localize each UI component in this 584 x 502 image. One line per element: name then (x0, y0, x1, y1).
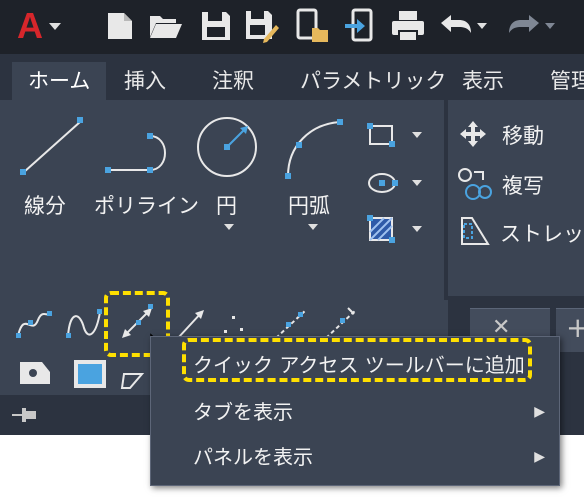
open-folder-icon (150, 16, 182, 38)
circle-icon (197, 117, 257, 177)
save-as-icon (246, 11, 279, 43)
open-button[interactable] (146, 6, 186, 46)
tab-home[interactable]: ホーム (12, 62, 107, 100)
ribbon-tab-bar: ホーム 挿入 注釈 パラメトリック 表示 管理 (0, 54, 584, 100)
new-tab-button[interactable]: + (556, 308, 584, 352)
hatch-tool[interactable] (364, 212, 428, 246)
save-icon (202, 12, 230, 40)
ellipse-tool[interactable] (364, 166, 428, 200)
plus-icon: + (566, 311, 584, 344)
tab-parametric[interactable]: パラメトリック (284, 62, 462, 100)
gradient-tool[interactable] (70, 354, 110, 392)
copy-icon (458, 168, 492, 200)
submenu-arrow-icon: ▶ (534, 449, 545, 465)
hatch-icon (367, 215, 395, 243)
arc-icon (285, 119, 343, 179)
copy-tool[interactable]: 複写 (456, 166, 584, 202)
menu-item-show-panels[interactable]: パネルを表示 ▶ (151, 435, 559, 479)
application-menu-button[interactable]: A (4, 5, 74, 46)
chevron-down-icon (412, 226, 422, 232)
tab-insert[interactable]: 挿入 (108, 62, 182, 100)
stretch-tool[interactable]: ストレッチ (456, 212, 584, 250)
circle-label: 円 (216, 194, 237, 218)
polyline-label: ポリライン (94, 194, 199, 218)
chevron-down-icon (545, 23, 555, 29)
print-icon (392, 11, 424, 42)
stretch-label: ストレッチ (500, 222, 584, 246)
boundary-icon (120, 373, 145, 389)
save-to-mobile-icon (345, 8, 373, 42)
pin-icon[interactable] (10, 405, 38, 425)
region-tool[interactable] (16, 356, 54, 392)
panel-divider (444, 100, 448, 300)
region-icon (20, 362, 50, 384)
chevron-down-icon (412, 180, 422, 186)
submenu-arrow-icon: ▶ (534, 404, 545, 420)
open-from-mobile-icon (296, 8, 328, 42)
redo-icon (509, 15, 539, 33)
tab-view[interactable]: 表示 (446, 62, 520, 100)
chevron-down-icon (477, 23, 487, 29)
line-icon (20, 117, 83, 175)
menu-item-show-tabs[interactable]: タブを表示 ▶ (151, 390, 559, 434)
undo-icon (441, 15, 471, 33)
chevron-down-icon (224, 224, 234, 230)
tab-manage[interactable]: 管理 (534, 62, 584, 100)
chevron-down-icon (49, 22, 61, 30)
spline-cv-tool[interactable] (64, 306, 104, 344)
chevron-down-icon (308, 224, 318, 230)
save-as-button[interactable] (242, 6, 282, 46)
menu-item-label: タブを表示 (193, 400, 293, 424)
move-label: 移動 (502, 124, 544, 148)
undo-button[interactable] (436, 6, 490, 46)
tab-annotate[interactable]: 注釈 (196, 62, 270, 100)
boundary-tool[interactable] (120, 364, 150, 392)
move-tool[interactable]: 移動 (456, 116, 584, 152)
save-to-mobile-button[interactable] (340, 6, 380, 46)
redo-button[interactable] (504, 6, 558, 46)
menu-item-highlight (182, 338, 532, 382)
menu-item-label: パネルを表示 (193, 445, 313, 469)
open-from-mobile-button[interactable] (292, 6, 332, 46)
line-tool[interactable]: 線分 (14, 112, 84, 222)
new-file-icon (108, 13, 132, 39)
print-button[interactable] (388, 6, 428, 46)
chevron-down-icon (412, 132, 422, 138)
spline-cv-icon (66, 309, 102, 338)
move-icon (460, 121, 486, 147)
save-button[interactable] (196, 6, 236, 46)
rectangle-icon (367, 123, 395, 147)
gradient-icon (74, 360, 106, 388)
ellipse-icon (368, 173, 398, 193)
arc-tool[interactable]: 円弧 (280, 112, 352, 236)
spline-fit-tool[interactable] (14, 306, 54, 344)
circle-tool[interactable]: 円 (192, 112, 264, 236)
copy-label: 複写 (502, 174, 544, 198)
stretch-icon (461, 217, 490, 245)
polyline-icon (105, 133, 166, 173)
quick-access-toolbar: A (0, 0, 584, 54)
polyline-tool[interactable]: ポリライン (92, 112, 199, 222)
autocad-logo-icon: A (17, 5, 43, 46)
spline-fit-icon (16, 311, 52, 338)
new-file-button[interactable] (100, 6, 140, 46)
arc-label: 円弧 (288, 194, 330, 218)
line-label: 線分 (24, 194, 66, 218)
rectangle-tool[interactable] (364, 118, 428, 152)
